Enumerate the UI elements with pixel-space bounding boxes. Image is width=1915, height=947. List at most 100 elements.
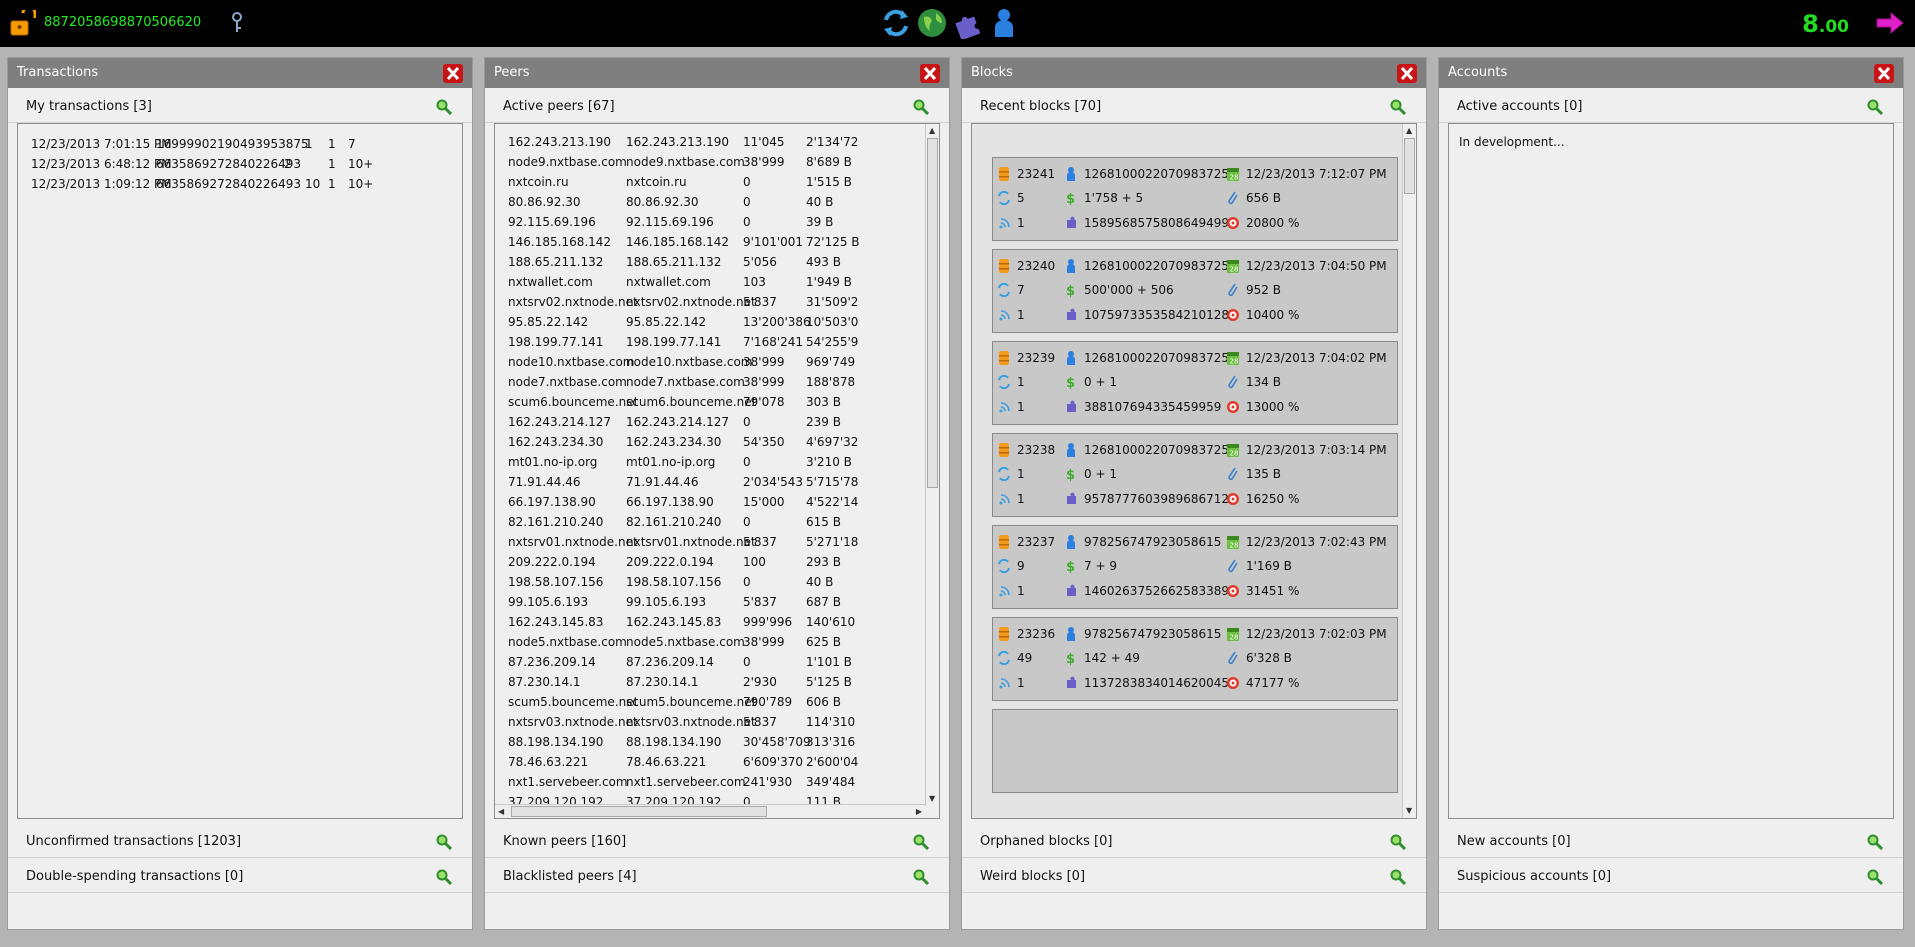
section-my-transactions[interactable]: My transactions [3] bbox=[8, 89, 472, 123]
block-card[interactable]: 23237 978256747923058615 28 12/23/2013 7:02… bbox=[992, 525, 1398, 609]
peer-row[interactable]: scum6.bounceme.net scum6.bounceme.net 79'0… bbox=[495, 394, 925, 414]
peer-row[interactable]: 162.243.213.190 162.243.213.190 11'045 2'13… bbox=[495, 134, 925, 154]
transaction-row[interactable]: 12/23/2013 6:48:12 PM 6635869272840226493… bbox=[18, 155, 458, 175]
peer-row[interactable]: 209.222.0.194 209.222.0.194 100 293 B bbox=[495, 554, 925, 574]
transaction-b: 10 bbox=[305, 177, 321, 191]
block-card[interactable] bbox=[992, 709, 1398, 793]
section-double-spending[interactable]: Double-spending transactions [0] bbox=[8, 859, 472, 893]
zoom-icon[interactable] bbox=[913, 99, 929, 115]
section-blacklisted-peers[interactable]: Blacklisted peers [4] bbox=[485, 859, 949, 893]
transaction-row[interactable]: 12/23/2013 1:09:12 PM 6635869272840226493… bbox=[18, 175, 458, 195]
peer-row[interactable]: node5.nxtbase.com node5.nxtbase.com 38'999… bbox=[495, 634, 925, 654]
peer-row[interactable]: nxtwallet.com nxtwallet.com 103 1'949 B bbox=[495, 274, 925, 294]
scroll-thumb[interactable] bbox=[1404, 138, 1415, 194]
zoom-icon[interactable] bbox=[436, 834, 452, 850]
peer-row[interactable]: nxtsrv02.nxtnode.net nxtsrv02.nxtnode.net… bbox=[495, 294, 925, 314]
peer-row[interactable]: node10.nxtbase.com node10.nxtbase.com 38'9… bbox=[495, 354, 925, 374]
section-unconfirmed-transactions[interactable]: Unconfirmed transactions [1203] bbox=[8, 824, 472, 858]
refresh-icon[interactable] bbox=[880, 7, 912, 39]
peer-row[interactable]: 87.236.209.14 87.236.209.14 0 1'101 B bbox=[495, 654, 925, 674]
vertical-scrollbar[interactable]: ▲ ▼ bbox=[1402, 124, 1416, 818]
vertical-scrollbar[interactable]: ▲ ▼ bbox=[925, 124, 939, 806]
generator-icon bbox=[1067, 535, 1075, 549]
globe-icon[interactable] bbox=[916, 7, 948, 39]
peer-row[interactable]: nxt1.servebeer.com nxt1.servebeer.com 241'… bbox=[495, 774, 925, 794]
wifi-icon bbox=[999, 678, 1010, 689]
peer-row[interactable]: 87.230.14.1 87.230.14.1 2'930 5'125 B bbox=[495, 674, 925, 694]
section-active-peers[interactable]: Active peers [67] bbox=[485, 89, 949, 123]
peer-row[interactable]: scum5.bounceme.net scum5.bounceme.net 790'… bbox=[495, 694, 925, 714]
peer-row[interactable]: 198.199.77.141 198.199.77.141 7'168'241 54'… bbox=[495, 334, 925, 354]
peer-row[interactable]: 162.243.145.83 162.243.145.83 999'996 140'6… bbox=[495, 614, 925, 634]
scroll-up-icon[interactable]: ▲ bbox=[1406, 126, 1412, 136]
zoom-icon[interactable] bbox=[1867, 834, 1883, 850]
section-recent-blocks[interactable]: Recent blocks [70] bbox=[962, 89, 1426, 123]
peer-row[interactable]: 162.243.234.30 162.243.234.30 54'350 4'697'… bbox=[495, 434, 925, 454]
logout-arrow-icon[interactable] bbox=[1875, 11, 1905, 35]
horizontal-scrollbar[interactable]: ◀ ▶ bbox=[495, 804, 925, 818]
section-new-accounts[interactable]: New accounts [0] bbox=[1439, 824, 1903, 858]
peer-row[interactable]: nxtcoin.ru nxtcoin.ru 0 1'515 B bbox=[495, 174, 925, 194]
close-icon[interactable] bbox=[1874, 64, 1894, 83]
peer-row[interactable]: mt01.no-ip.org mt01.no-ip.org 0 3'210 B bbox=[495, 454, 925, 474]
zoom-icon[interactable] bbox=[1867, 99, 1883, 115]
peer-row[interactable]: 95.85.22.142 95.85.22.142 13'200'386 10'503… bbox=[495, 314, 925, 334]
block-card[interactable]: 23241 12681000220709837250 28 12/23/2013 7:… bbox=[992, 157, 1398, 241]
account-id[interactable]: 8872058698870506620 bbox=[44, 15, 201, 30]
scroll-right-icon[interactable]: ▶ bbox=[916, 807, 922, 817]
section-known-peers[interactable]: Known peers [160] bbox=[485, 824, 949, 858]
peer-row[interactable]: 78.46.63.221 78.46.63.221 6'609'370 2'600'0… bbox=[495, 754, 925, 774]
block-card[interactable]: 23240 12681000220709837250 28 12/23/2013 7:… bbox=[992, 249, 1398, 333]
peer-weight: 79'078 bbox=[743, 395, 785, 409]
zoom-icon[interactable] bbox=[436, 869, 452, 885]
transaction-row[interactable]: 12/23/2013 7:01:15 PM 1699990219049395387… bbox=[18, 135, 458, 155]
zoom-icon[interactable] bbox=[1867, 869, 1883, 885]
key-icon[interactable] bbox=[230, 12, 244, 34]
zoom-icon[interactable] bbox=[1390, 99, 1406, 115]
scroll-down-icon[interactable]: ▼ bbox=[1406, 806, 1412, 816]
scroll-thumb[interactable] bbox=[511, 806, 767, 817]
close-icon[interactable] bbox=[1397, 64, 1417, 83]
scroll-up-icon[interactable]: ▲ bbox=[929, 126, 935, 136]
peer-row[interactable]: 198.58.107.156 198.58.107.156 0 40 B bbox=[495, 574, 925, 594]
close-icon[interactable] bbox=[920, 64, 940, 83]
peer-row[interactable]: nxtsrv01.nxtnode.net nxtsrv01.nxtnode.net… bbox=[495, 534, 925, 554]
scroll-down-icon[interactable]: ▼ bbox=[929, 794, 935, 804]
peer-row[interactable]: 71.91.44.46 71.91.44.46 2'034'543 5'715'78 bbox=[495, 474, 925, 494]
block-card[interactable]: 23238 12681000220709837250 28 12/23/2013 7:… bbox=[992, 433, 1398, 517]
peer-row[interactable]: node7.nxtbase.com node7.nxtbase.com 38'999… bbox=[495, 374, 925, 394]
peer-row[interactable]: 162.243.214.127 162.243.214.127 0 239 B bbox=[495, 414, 925, 434]
zoom-icon[interactable] bbox=[913, 869, 929, 885]
peer-row[interactable]: 92.115.69.196 92.115.69.196 0 39 B bbox=[495, 214, 925, 234]
peer-row[interactable]: 82.161.210.240 82.161.210.240 0 615 B bbox=[495, 514, 925, 534]
peer-row[interactable]: 99.105.6.193 99.105.6.193 5'837 687 B bbox=[495, 594, 925, 614]
section-orphaned-blocks[interactable]: Orphaned blocks [0] bbox=[962, 824, 1426, 858]
block-card[interactable]: 23239 12681000220709837250 28 12/23/2013 7:… bbox=[992, 341, 1398, 425]
block-card[interactable]: 23236 978256747923058615 28 12/23/2013 7:02… bbox=[992, 617, 1398, 701]
block-version-value: 1 bbox=[1017, 400, 1025, 414]
puzzle-icon[interactable] bbox=[952, 7, 984, 41]
close-icon[interactable] bbox=[443, 64, 463, 83]
peer-row[interactable]: 37.209.120.192 37.209.120.192 0 111 B bbox=[495, 794, 925, 804]
peer-row[interactable]: 146.185.168.142 146.185.168.142 9'101'001 7… bbox=[495, 234, 925, 254]
peer-down: 140'610 bbox=[806, 615, 856, 629]
zoom-icon[interactable] bbox=[436, 99, 452, 115]
peer-row[interactable]: 80.86.92.30 80.86.92.30 0 40 B bbox=[495, 194, 925, 214]
section-active-accounts[interactable]: Active accounts [0] bbox=[1439, 89, 1903, 123]
section-suspicious-accounts[interactable]: Suspicious accounts [0] bbox=[1439, 859, 1903, 893]
peer-row[interactable]: nxtsrv03.nxtnode.net nxtsrv03.nxtnode.net… bbox=[495, 714, 925, 734]
peer-row[interactable]: 66.197.138.90 66.197.138.90 15'000 4'522'14 bbox=[495, 494, 925, 514]
block-height-icon bbox=[999, 535, 1009, 549]
scroll-thumb[interactable] bbox=[927, 138, 938, 488]
zoom-icon[interactable] bbox=[913, 834, 929, 850]
user-icon[interactable] bbox=[988, 7, 1020, 39]
zoom-icon[interactable] bbox=[1390, 834, 1406, 850]
section-weird-blocks[interactable]: Weird blocks [0] bbox=[962, 859, 1426, 893]
unlock-icon[interactable] bbox=[10, 10, 36, 37]
peer-row[interactable]: 188.65.211.132 188.65.211.132 5'056 493 B bbox=[495, 254, 925, 274]
zoom-icon[interactable] bbox=[1390, 869, 1406, 885]
peer-row[interactable]: node9.nxtbase.com node9.nxtbase.com 38'999… bbox=[495, 154, 925, 174]
peer-row[interactable]: 88.198.134.190 88.198.134.190 30'458'709 31… bbox=[495, 734, 925, 754]
peer-host: 78.46.63.221 bbox=[626, 755, 707, 769]
scroll-left-icon[interactable]: ◀ bbox=[498, 807, 504, 817]
